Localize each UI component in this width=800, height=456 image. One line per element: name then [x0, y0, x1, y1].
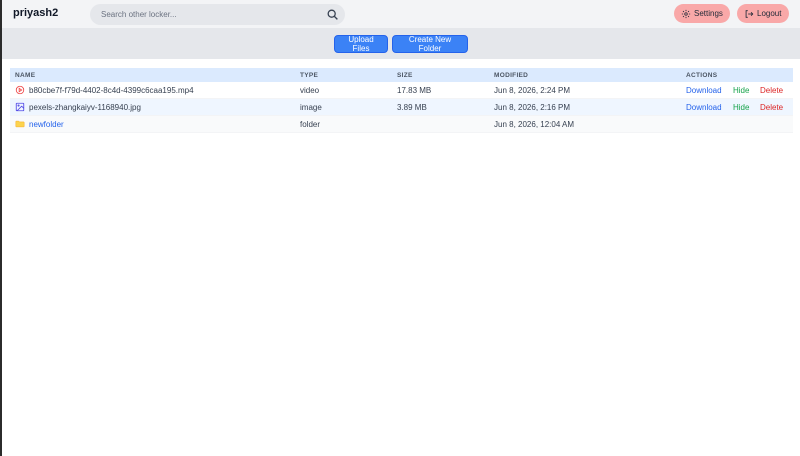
file-name[interactable]: pexels-zhangkaiyv-1168940.jpg	[29, 103, 141, 112]
column-header-actions: ACTIONS	[686, 71, 718, 79]
folder-icon	[15, 120, 25, 128]
image-icon	[15, 102, 25, 112]
brand-name: priyash2	[13, 7, 59, 19]
gear-icon	[681, 9, 691, 18]
logout-icon	[745, 9, 754, 18]
delete-button[interactable]: Delete	[760, 103, 783, 112]
column-header-name: NAME	[15, 71, 36, 79]
download-button[interactable]: Download	[686, 103, 733, 112]
search-input[interactable]	[101, 10, 321, 19]
table-row[interactable]: newfolder folder Jun 8, 2026, 12:04 AM	[10, 116, 793, 133]
video-icon	[15, 85, 25, 95]
file-name-cell[interactable]: b80cbe7f-f79d-4402-8c4d-4399c6caa195.mp4	[15, 85, 194, 95]
window-edge	[0, 0, 2, 456]
column-header-modified: MODIFIED	[494, 71, 529, 79]
delete-button[interactable]: Delete	[760, 86, 783, 95]
top-header: priyash2 Settings Logout	[2, 0, 800, 29]
table-row[interactable]: pexels-zhangkaiyv-1168940.jpg image 3.89…	[10, 99, 793, 116]
file-name-cell[interactable]: pexels-zhangkaiyv-1168940.jpg	[15, 102, 141, 112]
hide-button[interactable]: Hide	[733, 103, 760, 112]
file-type: image	[300, 102, 322, 112]
file-modified: Jun 8, 2026, 2:24 PM	[494, 85, 571, 95]
folder-link[interactable]: newfolder	[29, 120, 64, 129]
settings-label: Settings	[694, 9, 723, 18]
action-toolbar: Upload Files Create New Folder	[2, 29, 800, 59]
file-size: 3.89 MB	[397, 102, 427, 112]
hide-button[interactable]: Hide	[733, 86, 760, 95]
file-size: 17.83 MB	[397, 85, 432, 95]
column-header-type: TYPE	[300, 71, 319, 79]
file-type: video	[300, 85, 320, 95]
create-folder-button[interactable]: Create New Folder	[392, 35, 468, 53]
file-modified: Jun 8, 2026, 12:04 AM	[494, 119, 575, 129]
column-header-size: SIZE	[397, 71, 413, 79]
folder-name-cell[interactable]: newfolder	[15, 119, 64, 129]
logout-button[interactable]: Logout	[737, 4, 789, 23]
row-actions: Download Hide Delete	[686, 86, 783, 95]
settings-button[interactable]: Settings	[674, 4, 730, 23]
logout-label: Logout	[757, 9, 782, 18]
search-bar[interactable]	[90, 4, 345, 25]
file-type: folder	[300, 119, 321, 129]
upload-files-button[interactable]: Upload Files	[334, 35, 388, 53]
file-modified: Jun 8, 2026, 2:16 PM	[494, 102, 571, 112]
search-icon[interactable]	[326, 8, 339, 21]
table-header: NAME TYPE SIZE MODIFIED ACTIONS	[10, 68, 793, 82]
file-table: NAME TYPE SIZE MODIFIED ACTIONS b80cbe7f…	[10, 68, 793, 133]
row-actions: Download Hide Delete	[686, 103, 783, 112]
table-row[interactable]: b80cbe7f-f79d-4402-8c4d-4399c6caa195.mp4…	[10, 82, 793, 99]
file-name[interactable]: b80cbe7f-f79d-4402-8c4d-4399c6caa195.mp4	[29, 86, 194, 95]
download-button[interactable]: Download	[686, 86, 733, 95]
